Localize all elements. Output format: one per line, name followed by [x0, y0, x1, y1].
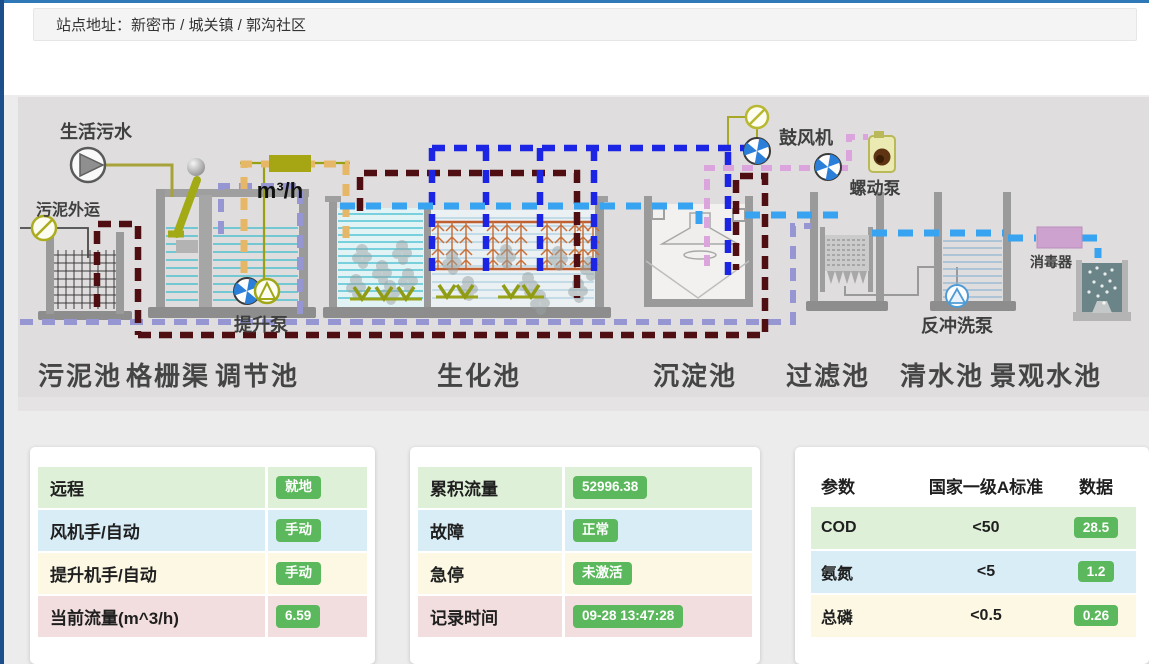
- value-badge: 0.26: [1074, 605, 1118, 626]
- value-badge: 1.2: [1078, 561, 1115, 582]
- row-cod: COD <50 28.5: [811, 507, 1136, 549]
- label-tank-clearwater: 清水池: [900, 356, 984, 393]
- label-tank-grille: 格栅渠: [126, 356, 210, 393]
- row-label: 故障: [418, 510, 562, 551]
- param-name: COD: [811, 519, 916, 537]
- runtime-status-card: 累积流量 52996.38 故障 正常 急停 未激活 记录时间 09-28 13…: [410, 447, 760, 664]
- row-label: 远程: [38, 467, 265, 508]
- status-badge: 就地: [276, 476, 321, 499]
- status-badge: 52996.38: [573, 476, 647, 499]
- diagram-background-strip: [18, 397, 1149, 411]
- diagram-background: [18, 97, 1149, 397]
- label-tank-landscape: 景观水池: [990, 356, 1102, 393]
- label-tank-sedimentation: 沉淀池: [653, 356, 737, 393]
- header-standard: 国家一级A标准: [916, 473, 1056, 498]
- status-badge: 手动: [276, 519, 321, 542]
- site-address-label: 站点地址：新密市 / 城关镇 / 郭沟社区: [56, 14, 306, 35]
- status-badge: 6.59: [276, 605, 320, 628]
- label-sludge-out: 污泥外运: [36, 196, 100, 220]
- label-sewage-inlet: 生活污水: [60, 118, 132, 144]
- label-tank-biochemical: 生化池: [437, 356, 521, 393]
- param-standard: <0.5: [916, 607, 1056, 625]
- row-fan-mode: 风机手/自动 手动: [38, 510, 367, 551]
- row-current-flow: 当前流量(m^3/h) 6.59: [38, 596, 367, 637]
- label-tank-sludge: 污泥池: [38, 356, 122, 393]
- param-standard: <5: [916, 563, 1056, 581]
- row-ammonia: 氨氮 <5 1.2: [811, 551, 1136, 593]
- water-quality-card: 参数 国家一级A标准 数据 COD <50 28.5 氨氮 <5 1.2 总磷 …: [795, 447, 1149, 664]
- label-disinfector: 消毒器: [1030, 252, 1072, 272]
- label-tank-filter: 过滤池: [786, 356, 870, 393]
- header-data: 数据: [1056, 473, 1136, 498]
- quality-header-row: 参数 国家一级A标准 数据: [811, 465, 1136, 505]
- left-accent-bar: [0, 0, 4, 664]
- top-accent-bar: [0, 0, 1149, 3]
- row-label: 当前流量(m^3/h): [38, 596, 265, 637]
- row-label: 累积流量: [418, 467, 562, 508]
- control-status-card: 远程 就地 风机手/自动 手动 提升机手/自动 手动 当前流量(m^3/h) 6…: [30, 447, 375, 664]
- label-tank-regulating: 调节池: [215, 356, 299, 393]
- row-fault: 故障 正常: [418, 510, 752, 551]
- row-label: 记录时间: [418, 596, 562, 637]
- breadcrumb: 站点地址：新密市 / 城关镇 / 郭沟社区: [33, 8, 1137, 41]
- label-peristaltic-pump: 螺动泵: [850, 174, 901, 199]
- status-badge: 未激活: [573, 562, 632, 585]
- header-param: 参数: [811, 473, 916, 498]
- status-badge: 09-28 13:47:28: [573, 605, 683, 628]
- status-badge: 手动: [276, 562, 321, 585]
- row-estop: 急停 未激活: [418, 553, 752, 594]
- row-record-time: 记录时间 09-28 13:47:28: [418, 596, 752, 637]
- row-label: 提升机手/自动: [38, 553, 265, 594]
- label-lift-pump: 提升泵: [234, 311, 288, 337]
- param-standard: <50: [916, 519, 1056, 537]
- param-name: 总磷: [811, 604, 916, 628]
- row-phosphorus: 总磷 <0.5 0.26: [811, 595, 1136, 637]
- label-backwash-pump: 反冲洗泵: [921, 312, 993, 338]
- status-badge: 正常: [573, 519, 618, 542]
- row-total-flow: 累积流量 52996.38: [418, 467, 752, 508]
- row-label: 急停: [418, 553, 562, 594]
- row-label: 风机手/自动: [38, 510, 265, 551]
- param-name: 氨氮: [811, 560, 916, 584]
- row-remote: 远程 就地: [38, 467, 367, 508]
- row-lift-mode: 提升机手/自动 手动: [38, 553, 367, 594]
- label-blower: 鼓风机: [779, 124, 833, 150]
- value-badge: 28.5: [1074, 517, 1118, 538]
- label-flow-unit: m³/h: [257, 178, 303, 204]
